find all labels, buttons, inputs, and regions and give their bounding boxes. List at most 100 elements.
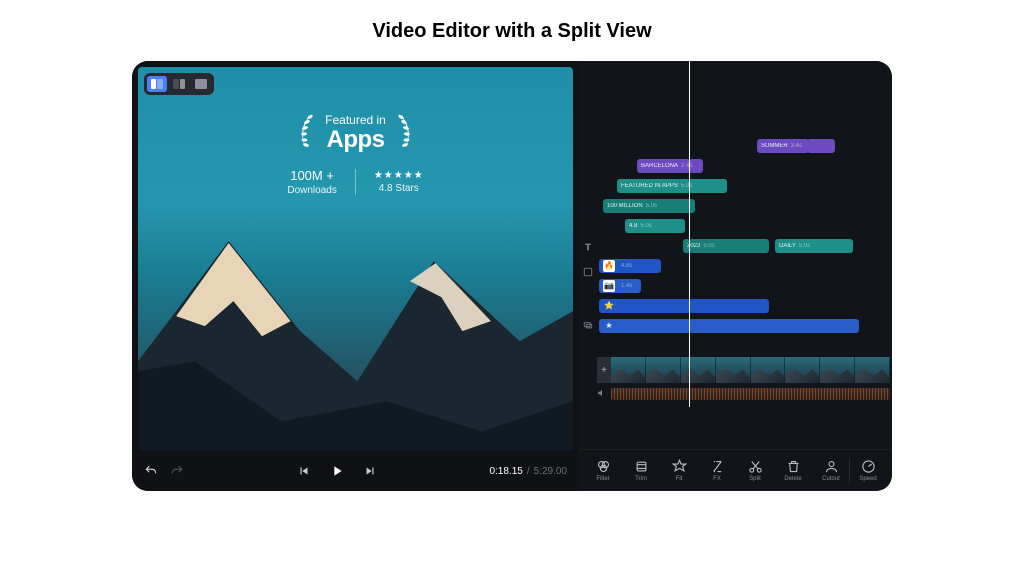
clip-duration: 5.0s [681,183,692,189]
rating-stars-icon: ★★★★★ [374,170,424,181]
clip-emoji-icon: 📷 [603,280,615,292]
time-separator: / [527,466,530,477]
fx-button[interactable]: FX [701,459,733,482]
timeline-clip[interactable]: 20235.0s [683,239,769,253]
clip-emoji-icon: ★ [603,320,615,332]
rating-value: 4.8 Stars [374,183,424,194]
timeline-canvas[interactable]: SUMMER3.4sBARCELONA2.4sFEATURED IN APPS5… [579,61,892,449]
time-current: 0:18.15 [489,466,522,477]
track-row: ★ [579,317,892,334]
track-row: SUMMER3.4s [579,137,892,154]
clip-label: 100 MILLION [607,203,643,209]
filter-label: Filter [596,476,609,482]
prev-frame-icon[interactable] [297,464,311,478]
clip-duration: 5.0s [703,243,714,249]
thumb[interactable] [820,357,855,383]
sticker-track-icon [583,264,593,274]
timeline-clip[interactable]: SUMMER3.4s [757,139,809,153]
tool-bar: Filter Trim Fit FX Split Delete Cutout Speed [579,449,892,491]
redo-icon[interactable] [170,464,184,478]
overlay-content: Featured in Apps 100M + Downloads ★★★★★ [138,111,573,196]
timeline-clip[interactable]: 📷 1.4s [599,279,641,293]
track-row: FEATURED IN APPS5.0s [579,177,892,194]
timeline-clip[interactable]: ★ [599,319,859,333]
track-row: 20235.0s DAILY5.0s [579,237,892,254]
featured-in-label: Featured in [325,114,386,127]
clip-label: SUMMER [761,143,788,149]
cutout-button[interactable]: Cutout [815,459,847,482]
add-clip-button[interactable]: + [597,357,611,383]
clip-duration: 4.8s [621,263,632,269]
fx-label: FX [713,476,721,482]
filter-button[interactable]: Filter [587,459,619,482]
speed-button[interactable]: Speed [852,459,884,482]
downloads-label: Downloads [287,185,336,196]
laurel-left-icon [293,111,319,156]
preview-video[interactable]: Featured in Apps 100M + Downloads ★★★★★ [138,67,573,451]
mountain-art [138,221,573,451]
audio-waveform[interactable] [611,388,890,400]
clip-label: BARCELONA [641,163,678,169]
split-button[interactable]: Split [739,459,771,482]
delete-label: Delete [784,476,801,482]
timeline-clip[interactable]: ⭐ [599,299,769,313]
speaker-icon [597,385,607,403]
tool-divider [849,459,850,483]
timeline-clip[interactable]: 🔥 4.8s [599,259,661,273]
trim-label: Trim [635,476,647,482]
clip-duration: 1.4s [621,283,632,289]
track-row: 📷 1.4s [579,277,892,294]
thumb[interactable] [855,357,890,383]
next-frame-icon[interactable] [363,464,377,478]
timeline-clip[interactable]: 100 MILLION5.0s [603,199,695,213]
thumb[interactable] [751,357,786,383]
time-total: 5:29.00 [534,466,567,477]
cutout-label: Cutout [822,476,840,482]
thumb[interactable] [785,357,820,383]
clip-label: FEATURED IN APPS [621,183,678,189]
app-window: Featured in Apps 100M + Downloads ★★★★★ [132,61,892,491]
thumb[interactable] [681,357,716,383]
thumb[interactable] [716,357,751,383]
undo-icon[interactable] [144,464,158,478]
fit-label: Fit [676,476,683,482]
page-title: Video Editor with a Split View [372,20,651,43]
playback-bar: 0:18.15 / 5:29.00 [132,451,579,491]
timeline-clip[interactable]: FEATURED IN APPS5.0s [617,179,727,193]
timeline-clip[interactable]: 4.85.0s [625,219,685,233]
clip-duration: 3.4s [791,143,802,149]
thumb[interactable] [611,357,646,383]
downloads-value: 100M + [287,168,336,183]
timeline-clip[interactable] [807,139,835,153]
clip-duration: 5.0s [799,243,810,249]
playhead[interactable] [689,61,690,407]
timeline-clip[interactable]: DAILY5.0s [775,239,853,253]
clip-duration: 2.4s [681,163,692,169]
featured-apps-label: Apps [325,127,386,153]
view-mode-full[interactable] [191,76,211,92]
track-icons [583,137,593,327]
clip-emoji-icon: 🔥 [603,260,615,272]
trim-button[interactable]: Trim [625,459,657,482]
clip-emoji-icon: ⭐ [603,300,615,312]
clip-duration: 5.0s [646,203,657,209]
view-mode-switcher [144,73,214,95]
clip-duration: 5.0s [640,223,651,229]
timeline-clip[interactable]: BARCELONA2.4s [637,159,703,173]
track-row: 4.85.0s [579,217,892,234]
laurel-right-icon [392,111,418,156]
fit-button[interactable]: Fit [663,459,695,482]
view-mode-split-right[interactable] [169,76,189,92]
track-row: 🔥 4.8s [579,257,892,274]
speed-label: Speed [859,476,876,482]
play-icon[interactable] [329,463,345,479]
track-row: 100 MILLION5.0s [579,197,892,214]
video-thumb-strip[interactable]: + [597,357,890,383]
timeline-panel: SUMMER3.4sBARCELONA2.4sFEATURED IN APPS5… [579,61,892,491]
text-track-icon [583,239,593,249]
view-mode-split-left[interactable] [147,76,167,92]
thumb[interactable] [646,357,681,383]
audio-track[interactable] [597,387,890,401]
delete-button[interactable]: Delete [777,459,809,482]
split-label: Split [749,476,761,482]
